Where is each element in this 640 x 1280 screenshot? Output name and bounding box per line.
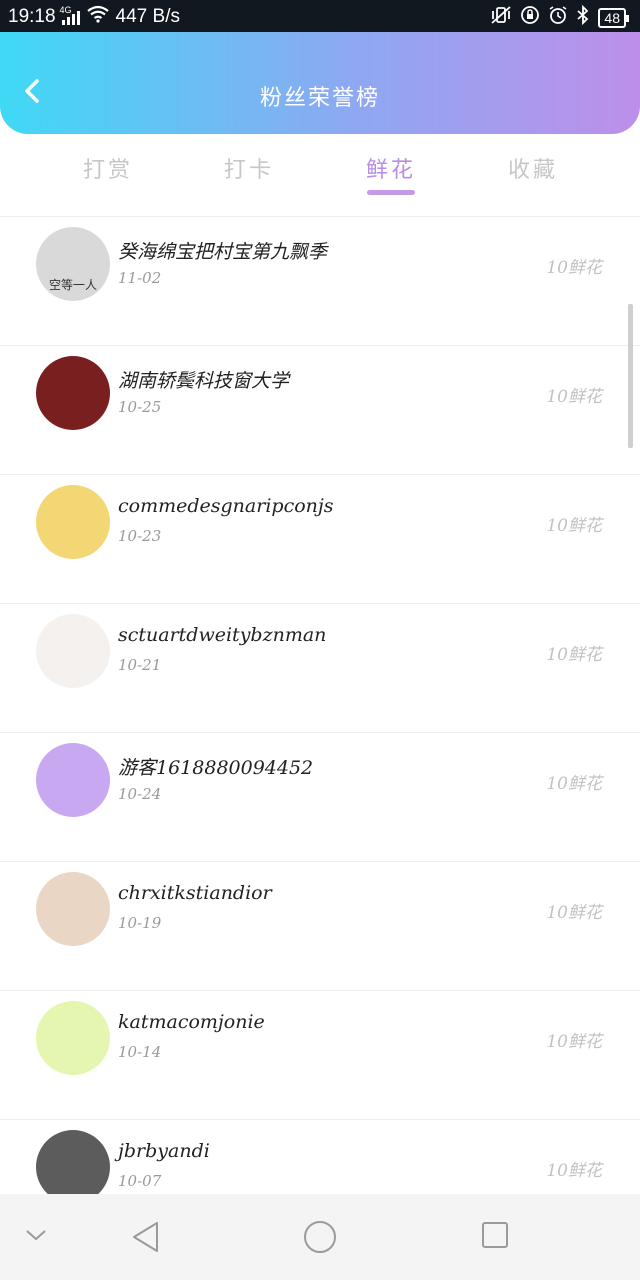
fan-date: 10-07 — [118, 1172, 162, 1190]
signal-icon: 4G — [60, 5, 80, 25]
list-item[interactable]: commedesgnaripconjs 10-23 10鲜花 — [0, 474, 640, 603]
avatar[interactable] — [36, 743, 110, 817]
list-item[interactable]: katmacomjonie 10-14 10鲜花 — [0, 990, 640, 1119]
avatar[interactable] — [36, 356, 110, 430]
tab-bar: 打赏 打卡 鲜花 收藏 — [0, 134, 640, 214]
network-type: 4G — [59, 5, 72, 15]
vibrate-icon — [490, 5, 512, 31]
fan-name: jbrbyandi — [118, 1140, 210, 1162]
active-tab-indicator — [367, 190, 415, 195]
wifi-icon — [86, 5, 110, 29]
fan-name: commedesgnaripconjs — [118, 495, 334, 517]
dnd-icon — [520, 5, 540, 31]
flower-count: 10鲜花 — [546, 1161, 602, 1181]
status-left: 19:18 4G 447 B/s — [8, 5, 180, 29]
fan-date: 10-19 — [118, 914, 162, 932]
tab-tip[interactable]: 打赏 — [48, 152, 168, 184]
avatar[interactable]: 空等一人 — [36, 227, 110, 301]
status-time: 19:18 — [8, 6, 56, 27]
page-title: 粉丝荣誉榜 — [259, 86, 380, 111]
fan-name: sctuartdweitybznman — [118, 624, 327, 646]
tab-checkin[interactable]: 打卡 — [189, 152, 309, 184]
avatar[interactable] — [36, 1001, 110, 1075]
fan-name: 癸海绵宝把村宝第九飘季 — [118, 241, 328, 263]
flower-count: 10鲜花 — [546, 903, 602, 923]
fan-date: 10-21 — [118, 656, 162, 674]
flower-count: 10鲜花 — [546, 1032, 602, 1052]
fan-date: 10-14 — [118, 1043, 162, 1061]
avatar[interactable] — [36, 1130, 110, 1204]
fan-date: 10-24 — [118, 785, 162, 803]
list-item[interactable]: 空等一人 癸海绵宝把村宝第九飘季 11-02 10鲜花 — [0, 216, 640, 345]
flower-count: 10鲜花 — [546, 516, 602, 536]
alarm-icon — [548, 5, 568, 31]
fan-name: katmacomjonie — [118, 1011, 265, 1033]
avatar[interactable] — [36, 614, 110, 688]
scrollbar[interactable] — [628, 304, 633, 448]
list-item[interactable]: 湖南轿鬓科技窗大学 10-25 10鲜花 — [0, 345, 640, 474]
home-circle-icon[interactable] — [303, 1220, 337, 1258]
fan-list: 空等一人 癸海绵宝把村宝第九飘季 11-02 10鲜花 湖南轿鬓科技窗大学 10-25 10… — [0, 216, 640, 1248]
list-item[interactable]: 游客1618880094452 10-24 10鲜花 — [0, 732, 640, 861]
flower-count: 10鲜花 — [546, 387, 602, 407]
chevron-down-icon[interactable] — [24, 1226, 48, 1248]
fan-name: 游客1618880094452 — [118, 757, 314, 779]
header: 粉丝荣誉榜 — [0, 32, 640, 134]
avatar[interactable] — [36, 872, 110, 946]
tab-flowers[interactable]: 鲜花 — [331, 152, 451, 184]
network-speed: 447 B/s — [115, 6, 180, 27]
list-item[interactable]: chrxitkstiandior 10-19 10鲜花 — [0, 861, 640, 990]
fan-date: 11-02 — [118, 269, 162, 287]
fan-date: 10-23 — [118, 527, 162, 545]
fan-name: chrxitkstiandior — [118, 882, 272, 904]
battery-level: 48 — [604, 10, 620, 26]
list-item[interactable]: sctuartdweitybznman 10-21 10鲜花 — [0, 603, 640, 732]
flower-count: 10鲜花 — [546, 645, 602, 665]
avatar-caption: 空等一人 — [48, 278, 97, 292]
battery-icon: 48 — [598, 8, 629, 28]
back-triangle-icon[interactable] — [130, 1220, 162, 1258]
recents-square-icon[interactable] — [481, 1220, 509, 1254]
bluetooth-icon — [576, 4, 590, 31]
system-nav-bar — [0, 1194, 640, 1280]
status-bar: 19:18 4G 447 B/s 48 — [0, 0, 640, 32]
fan-name: 湖南轿鬓科技窗大学 — [118, 370, 290, 392]
avatar[interactable] — [36, 485, 110, 559]
status-right: 48 — [490, 4, 630, 31]
flower-count: 10鲜花 — [546, 258, 602, 278]
fan-date: 10-25 — [118, 398, 162, 416]
flower-count: 10鲜花 — [546, 774, 602, 794]
tab-favorites[interactable]: 收藏 — [473, 152, 593, 184]
